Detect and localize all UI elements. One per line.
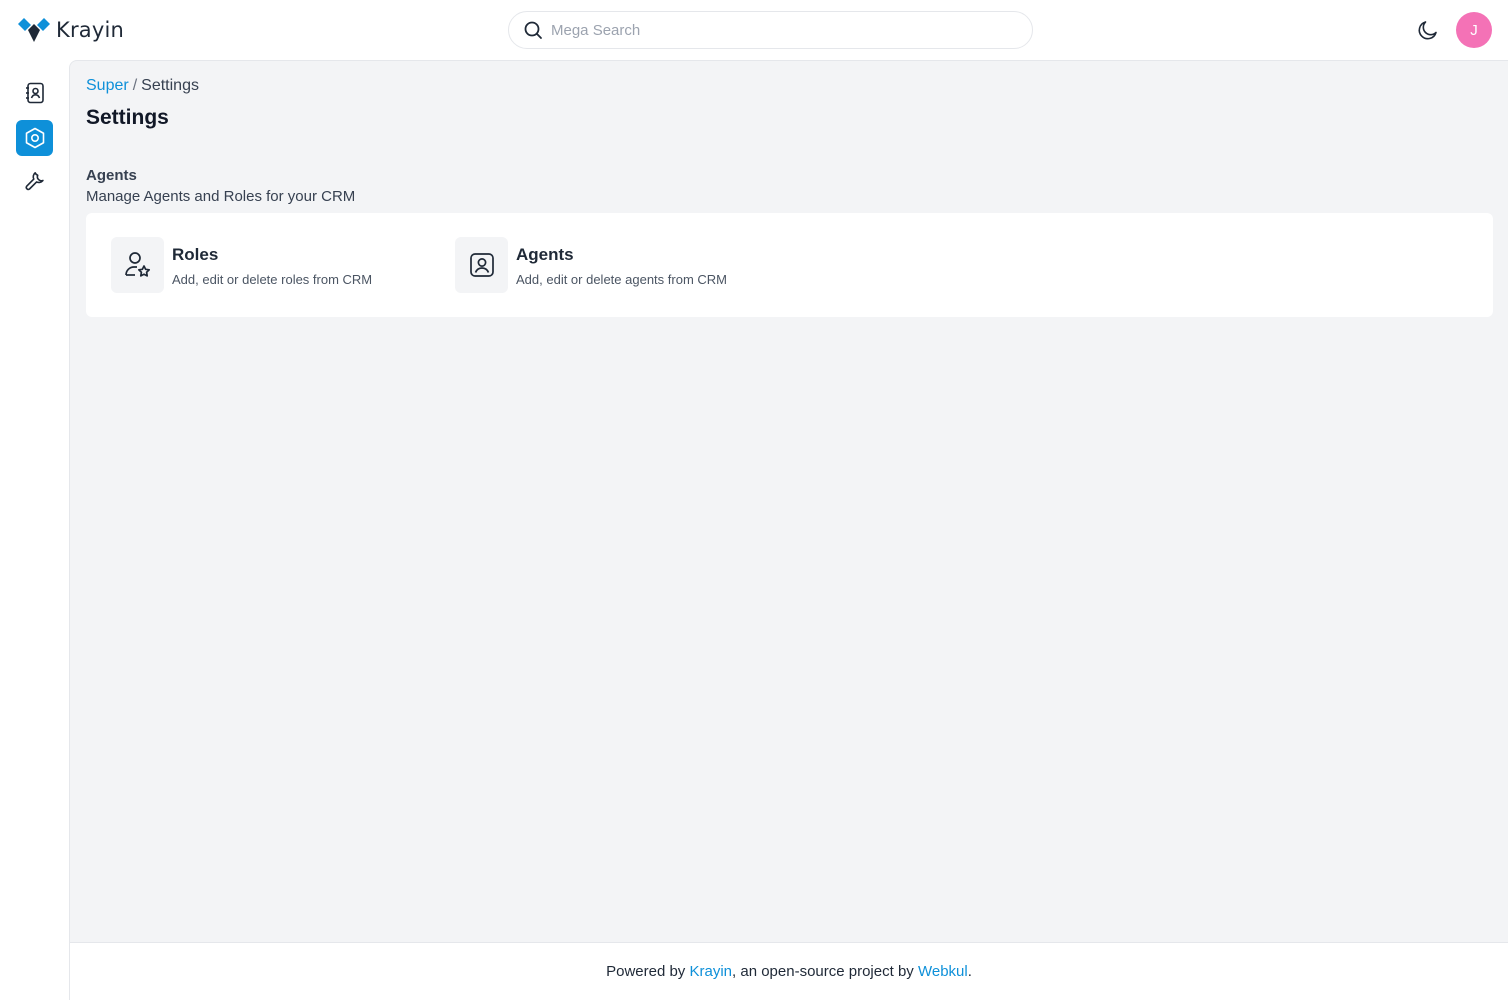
mega-search[interactable] <box>508 11 1033 49</box>
footer-krayin-link[interactable]: Krayin <box>689 963 732 980</box>
settings-item-agents[interactable]: Agents Add, edit or delete agents from C… <box>455 237 727 293</box>
krayin-logo-icon <box>18 18 50 42</box>
search-icon <box>523 20 543 40</box>
agents-title: Agents <box>516 245 574 264</box>
settings-icon <box>25 127 44 149</box>
breadcrumb-separator: / <box>132 77 138 94</box>
footer: Powered by Krayin, an open-source projec… <box>69 942 1508 1000</box>
sidebar-item-configuration[interactable] <box>16 163 53 199</box>
top-header: Krayin J <box>0 0 1508 60</box>
section-description: Manage Agents and Roles for your CRM <box>86 188 356 205</box>
wrench-icon <box>25 172 44 191</box>
footer-suffix: . <box>967 963 972 980</box>
search-input[interactable] <box>551 21 991 39</box>
footer-webkul-link[interactable]: Webkul <box>918 963 968 980</box>
roles-description: Add, edit or delete roles from CRM <box>172 272 373 287</box>
breadcrumb-current: Settings <box>141 77 199 94</box>
main-content: Super / Settings Settings Agents Manage Ag… <box>69 60 1508 942</box>
section-title: Agents <box>86 167 137 184</box>
footer-middle: , an open-source project by <box>732 963 918 980</box>
brand-name: Krayin <box>56 18 125 42</box>
sidebar-item-settings[interactable] <box>16 120 53 156</box>
breadcrumb: Super / Settings <box>86 77 199 95</box>
sidebar <box>0 60 70 1000</box>
footer-prefix: Powered by <box>606 963 690 980</box>
page-title: Settings <box>86 106 169 129</box>
sidebar-item-contacts[interactable] <box>16 75 53 111</box>
user-avatar[interactable]: J <box>1456 12 1492 48</box>
agents-icon-box <box>455 237 508 293</box>
theme-toggle-button[interactable] <box>1414 16 1442 44</box>
agents-description: Add, edit or delete agents from CRM <box>516 272 727 287</box>
brand-logo[interactable]: Krayin <box>18 18 124 42</box>
user-badge-icon <box>469 253 494 277</box>
breadcrumb-link-super[interactable]: Super <box>86 77 129 94</box>
contact-book-icon <box>25 82 44 104</box>
user-star-icon <box>124 252 150 277</box>
roles-title: Roles <box>172 245 219 264</box>
settings-card: Roles Add, edit or delete roles from CRM… <box>86 213 1493 317</box>
moon-icon <box>1418 21 1437 40</box>
roles-icon-box <box>111 237 164 293</box>
avatar-initial: J <box>1470 21 1478 39</box>
settings-item-roles[interactable]: Roles Add, edit or delete roles from CRM <box>111 237 372 293</box>
